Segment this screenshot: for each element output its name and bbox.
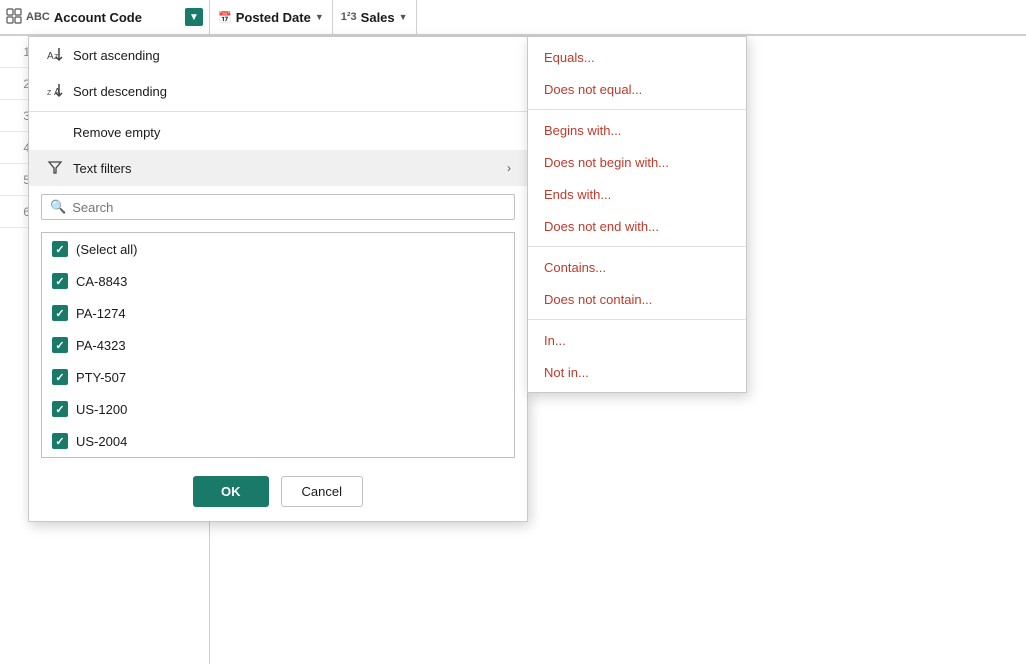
submenu-does-not-begin-with[interactable]: Does not begin with...: [528, 146, 746, 178]
checkbox-checked-icon: [52, 337, 68, 353]
checkbox-select-all[interactable]: (Select all): [42, 233, 514, 265]
account-code-header[interactable]: ABC Account Code ▼: [0, 0, 209, 36]
search-box[interactable]: 🔍: [41, 194, 515, 220]
submenu-contains[interactable]: Contains...: [528, 251, 746, 283]
sort-descending-icon: Z A: [45, 82, 65, 101]
sort-ascending-label: Sort ascending: [73, 48, 160, 63]
sort-descending-label: Sort descending: [73, 84, 167, 99]
checkbox-pa1274[interactable]: PA-1274: [42, 297, 514, 329]
remove-empty-label: Remove empty: [73, 125, 160, 140]
filter-icon: [45, 159, 65, 178]
submenu-does-not-equal[interactable]: Does not equal...: [528, 73, 746, 105]
checkbox-label: CA-8843: [76, 274, 127, 289]
row-number: 6: [6, 205, 30, 219]
search-container: 🔍: [29, 186, 527, 228]
svg-text:Z: Z: [47, 90, 52, 97]
posted-date-label: Posted Date: [236, 10, 311, 25]
filter-dropdown-menu: A Z Sort ascending Z A Sort descending R…: [28, 36, 528, 522]
submenu-divider-1: [528, 109, 746, 110]
submenu-ends-with[interactable]: Ends with...: [528, 178, 746, 210]
checkbox-label: PA-4323: [76, 338, 126, 353]
sales-label: Sales: [361, 10, 395, 25]
checkbox-checked-icon: [52, 433, 68, 449]
checkbox-label: PA-1274: [76, 306, 126, 321]
submenu-not-in[interactable]: Not in...: [528, 356, 746, 388]
checkbox-checked-icon: [52, 273, 68, 289]
checkbox-pa4323[interactable]: PA-4323: [42, 329, 514, 361]
checkbox-checked-icon: [52, 369, 68, 385]
submenu-does-not-contain[interactable]: Does not contain...: [528, 283, 746, 315]
sales-dropdown-arrow: ▼: [399, 12, 408, 22]
text-filters-submenu: Equals... Does not equal... Begins with.…: [527, 36, 747, 393]
cancel-button[interactable]: Cancel: [281, 476, 363, 507]
posted-date-dropdown-arrow: ▼: [315, 12, 324, 22]
text-filters-label: Text filters: [73, 161, 132, 176]
number-type-icon: 1²3: [341, 11, 357, 23]
remove-empty-item[interactable]: Remove empty: [29, 114, 527, 150]
text-filters-chevron-icon: ›: [507, 161, 511, 175]
submenu-does-not-end-with[interactable]: Does not end with...: [528, 210, 746, 242]
checkbox-label: US-1200: [76, 402, 127, 417]
row-number: 3: [6, 109, 30, 123]
row-number: 1: [6, 45, 30, 59]
calendar-icon: 📅: [218, 11, 232, 24]
checkbox-label: (Select all): [76, 242, 137, 257]
checkbox-checked-icon: [52, 241, 68, 257]
other-column-headers: 📅 Posted Date ▼ 1²3 Sales ▼: [210, 0, 417, 36]
checkbox-us2004[interactable]: US-2004: [42, 425, 514, 457]
account-code-dropdown-button[interactable]: ▼: [185, 8, 203, 26]
checkbox-label: PTY-507: [76, 370, 126, 385]
grid-icon: [6, 8, 22, 27]
submenu-divider-3: [528, 319, 746, 320]
posted-date-header[interactable]: 📅 Posted Date ▼: [210, 0, 333, 36]
account-code-label: Account Code: [54, 10, 181, 25]
search-input[interactable]: [72, 200, 506, 215]
submenu-divider-2: [528, 246, 746, 247]
checkbox-label: US-2004: [76, 434, 127, 449]
checkbox-list: (Select all) CA-8843 PA-1274 PA-4323 PTY…: [41, 232, 515, 458]
search-icon: 🔍: [50, 199, 66, 215]
text-filters-left: Text filters: [45, 159, 132, 178]
svg-text:A: A: [47, 51, 54, 62]
checkbox-checked-icon: [52, 401, 68, 417]
submenu-in[interactable]: In...: [528, 324, 746, 356]
checkbox-checked-icon: [52, 305, 68, 321]
sort-ascending-icon: A Z: [45, 46, 65, 65]
text-filters-item[interactable]: Text filters ›: [29, 150, 527, 186]
sort-ascending-item[interactable]: A Z Sort ascending: [29, 37, 527, 73]
row-number: 2: [6, 77, 30, 91]
checkbox-us1200[interactable]: US-1200: [42, 393, 514, 425]
text-type-icon: ABC: [26, 11, 50, 23]
submenu-begins-with[interactable]: Begins with...: [528, 114, 746, 146]
ok-button[interactable]: OK: [193, 476, 269, 507]
svg-text:A: A: [54, 87, 61, 98]
checkbox-pty507[interactable]: PTY-507: [42, 361, 514, 393]
footer-buttons: OK Cancel: [29, 466, 527, 521]
submenu-equals[interactable]: Equals...: [528, 41, 746, 73]
menu-divider-1: [29, 111, 527, 112]
checkbox-ca8843[interactable]: CA-8843: [42, 265, 514, 297]
row-number: 4: [6, 141, 30, 155]
row-number: 5: [6, 173, 30, 187]
sort-descending-item[interactable]: Z A Sort descending: [29, 73, 527, 109]
sales-header[interactable]: 1²3 Sales ▼: [333, 0, 417, 36]
